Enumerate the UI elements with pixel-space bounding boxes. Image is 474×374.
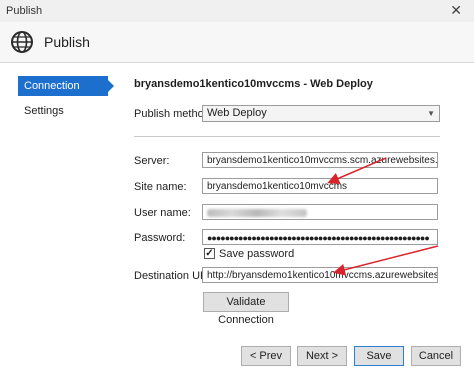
validate-connection-button[interactable]: Validate Connection	[203, 292, 289, 326]
server-label: Server:	[134, 155, 170, 167]
password-label: Password:	[134, 232, 186, 244]
sidebar-nav: Connection Settings	[18, 76, 114, 126]
save-password-checkbox[interactable]: ✓	[204, 248, 215, 259]
server-field[interactable]: bryansdemo1kentico10mvccms.scm.azurewebs…	[202, 152, 438, 168]
user-name-label: User name:	[134, 207, 191, 219]
window-title: Publish	[6, 5, 43, 17]
save-password-label: Save password	[219, 248, 295, 260]
profile-heading: bryansdemo1kentico10mvccms - Web Deploy	[134, 78, 373, 90]
sidebar-item-label: Settings	[24, 105, 64, 117]
close-icon[interactable]: ✕	[450, 2, 462, 19]
password-field[interactable]: ●●●●●●●●●●●●●●●●●●●●●●●●●●●●●●●●●●●●●●●●…	[202, 229, 438, 245]
site-name-field[interactable]: bryansdemo1kentico10mvccms	[202, 178, 438, 194]
dialog-header: Publish	[0, 22, 474, 63]
publish-method-select[interactable]: Web Deploy ▼	[202, 105, 440, 122]
chevron-down-icon: ▼	[427, 109, 435, 118]
redacted-username	[207, 209, 307, 217]
publish-method-value: Web Deploy	[207, 107, 267, 119]
user-name-field[interactable]	[202, 204, 438, 220]
title-bar: Publish ✕	[0, 0, 474, 23]
destination-url-field[interactable]: http://bryansdemo1kentico10mvccms.azurew…	[202, 267, 438, 283]
prev-button[interactable]: < Prev	[241, 346, 291, 366]
header-title: Publish	[44, 34, 90, 50]
next-button[interactable]: Next >	[297, 346, 347, 366]
sidebar-item-label: Connection	[24, 80, 80, 92]
sidebar-item-settings[interactable]: Settings	[18, 101, 108, 121]
cancel-button[interactable]: Cancel	[411, 346, 461, 366]
save-button[interactable]: Save	[354, 346, 404, 366]
sidebar-item-connection[interactable]: Connection	[18, 76, 114, 96]
divider	[134, 136, 440, 137]
site-name-label: Site name:	[134, 181, 187, 193]
globe-icon	[11, 31, 33, 53]
